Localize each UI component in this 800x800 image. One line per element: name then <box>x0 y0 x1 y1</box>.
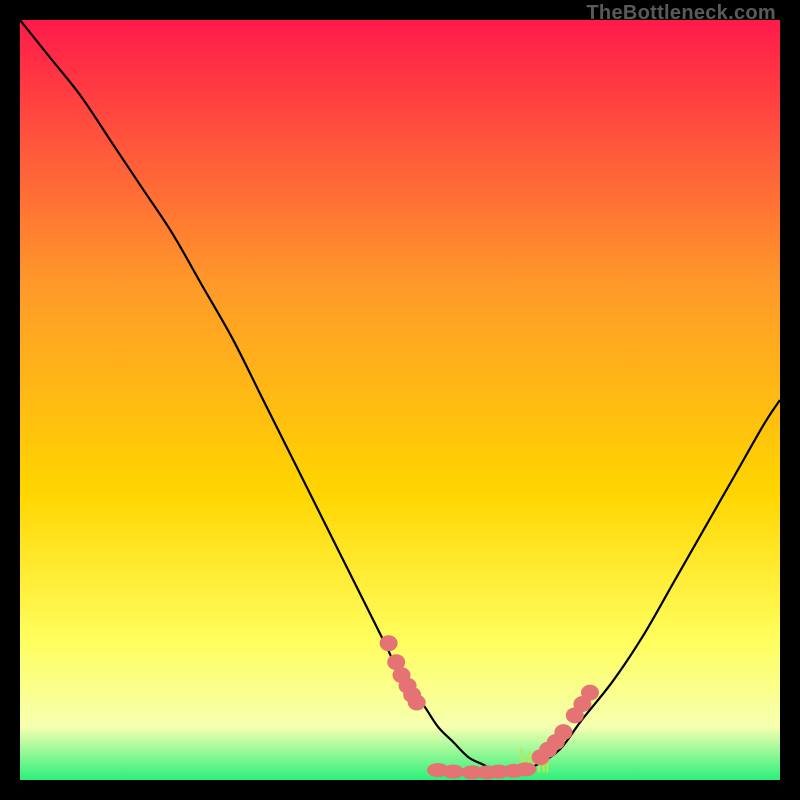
watermark-text: TheBottleneck.com <box>586 2 776 25</box>
data-marker <box>554 724 572 740</box>
data-marker <box>380 635 398 651</box>
chart-frame <box>20 20 780 780</box>
bottleneck-chart <box>20 20 780 780</box>
data-marker <box>514 762 536 776</box>
data-marker <box>442 765 464 779</box>
data-marker <box>581 685 599 701</box>
data-marker <box>408 694 426 710</box>
